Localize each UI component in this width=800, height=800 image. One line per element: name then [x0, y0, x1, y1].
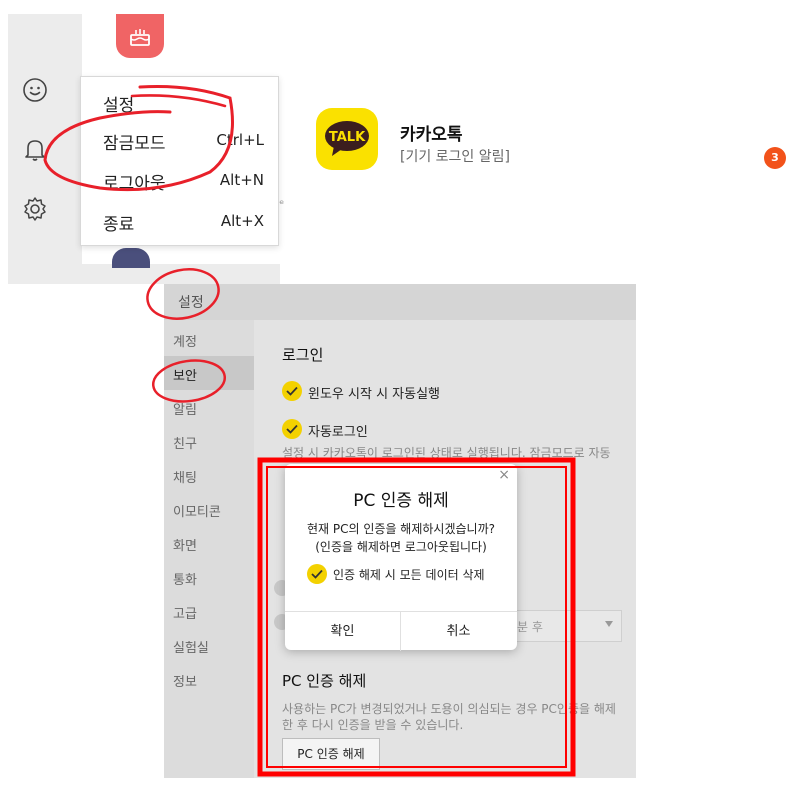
sidebar-item-label: 계정	[173, 335, 197, 350]
bell-icon[interactable]	[22, 136, 48, 162]
settings-titlebar: 설정	[164, 284, 636, 320]
menu-item-shortcut: Alt+X	[220, 212, 264, 230]
pc-auth-section-heading: PC 인증 해제	[282, 672, 367, 690]
menu-item-label: 잠금모드	[103, 134, 166, 154]
settings-title: 설정	[178, 295, 204, 311]
menu-item-label: 설정	[103, 96, 135, 116]
menu-screenshot: ᐅᵉ 설정 잠금모드 Ctrl+L 로그아웃 Alt+N 종료 Alt+X	[8, 14, 284, 284]
sidebar-item-notifications[interactable]: 알림	[164, 390, 254, 424]
sidebar-item-security[interactable]: 보안	[164, 356, 254, 390]
sidebar-item-advanced[interactable]: 고급	[164, 594, 254, 628]
notification-title: 카카오톡	[400, 125, 463, 145]
chevron-down-icon	[605, 621, 613, 627]
sidebar-item-account[interactable]: 계정	[164, 322, 254, 356]
menu-item-settings[interactable]: 설정	[81, 85, 278, 123]
settings-sidebar: 계정 보안 알림 친구 채팅 이모티콘 화면 통화 고급 실험실 정보	[164, 320, 254, 778]
birthday-cake-icon[interactable]	[116, 14, 164, 58]
sidebar-item-label: 화면	[173, 539, 197, 554]
menu-item-exit[interactable]: 종료 Alt+X	[81, 204, 278, 242]
gear-icon[interactable]	[22, 196, 48, 222]
sidebar-item-label: 통화	[173, 573, 197, 588]
sidebar-item-label: 실험실	[173, 641, 209, 656]
sidebar-item-chat[interactable]: 채팅	[164, 458, 254, 492]
cancel-button[interactable]: 취소	[401, 612, 516, 651]
confirm-button[interactable]: 확인	[285, 612, 400, 651]
dialog-message-line1: 현재 PC의 인증을 해제하시겠습니까?	[307, 522, 495, 536]
menu-item-label: 로그아웃	[103, 174, 166, 194]
dropdown-value: 분 후	[517, 620, 543, 634]
option-label: 자동로그인	[308, 425, 368, 440]
notification-row[interactable]: TALK 카카오톡 [기기 로그인 알림] 3	[316, 108, 796, 180]
sidebar-item-label: 보안	[173, 369, 197, 384]
notification-subtitle: [기기 로그인 알림]	[400, 149, 510, 165]
side-rail	[8, 14, 82, 264]
sidebar-item-label: 이모티콘	[173, 505, 221, 520]
close-icon[interactable]: ×	[498, 467, 510, 483]
login-section-heading: 로그인	[282, 346, 324, 364]
dialog-button-bar: 확인 취소	[285, 611, 517, 651]
kakaotalk-logo-icon: TALK	[316, 108, 378, 170]
kakao-logo-text: TALK	[329, 130, 366, 145]
sidebar-item-friends[interactable]: 친구	[164, 424, 254, 458]
sidebar-item-label: 알림	[173, 403, 197, 418]
context-menu: 설정 잠금모드 Ctrl+L 로그아웃 Alt+N 종료 Alt+X	[80, 76, 279, 246]
option-label: 윈도우 시작 시 자동실행	[308, 387, 440, 402]
sidebar-item-label: 고급	[173, 607, 197, 622]
sidebar-item-label: 친구	[173, 437, 197, 452]
lock-timer-dropdown[interactable]: 분 후	[508, 610, 622, 642]
sidebar-item-info[interactable]: 정보	[164, 662, 254, 696]
menu-item-lock-mode[interactable]: 잠금모드 Ctrl+L	[81, 123, 278, 161]
checkbox-label: 인증 해제 시 모든 데이터 삭제	[333, 568, 485, 582]
unread-count-badge: 3	[764, 147, 786, 169]
menu-item-label: 종료	[103, 215, 135, 235]
menu-item-shortcut: Ctrl+L	[216, 131, 264, 149]
menu-item-shortcut: Alt+N	[219, 171, 264, 189]
sidebar-item-calls[interactable]: 통화	[164, 560, 254, 594]
checkmark-icon	[282, 419, 302, 439]
autologin-description: 설정 시 카카오톡이 로그인된 상태로 실행됩니다. 잠금모드로 자동	[282, 446, 611, 460]
sidebar-item-display[interactable]: 화면	[164, 526, 254, 560]
pc-auth-description: 사용하는 PC가 변경되었거나 도용이 의심되는 경우 PC인증을 해제한 후 …	[282, 702, 616, 732]
checkmark-icon	[282, 381, 302, 401]
smiley-icon[interactable]	[22, 77, 48, 103]
checkmark-icon	[307, 564, 327, 584]
sidebar-item-label: 채팅	[173, 471, 197, 486]
sidebar-item-labs[interactable]: 실험실	[164, 628, 254, 662]
menu-item-logout[interactable]: 로그아웃 Alt+N	[81, 163, 278, 201]
dialog-title: PC 인증 해제	[353, 491, 449, 511]
sidebar-item-label: 정보	[173, 675, 197, 690]
partial-avatar	[112, 248, 150, 268]
dialog-message-line2: (인증을 해제하면 로그아웃됩니다)	[315, 540, 487, 554]
pc-unauth-button[interactable]: PC 인증 해제	[282, 738, 380, 770]
sidebar-item-emoticons[interactable]: 이모티콘	[164, 492, 254, 526]
pc-auth-dialog: × PC 인증 해제 현재 PC의 인증을 해제하시겠습니까? (인증을 해제하…	[285, 464, 517, 651]
